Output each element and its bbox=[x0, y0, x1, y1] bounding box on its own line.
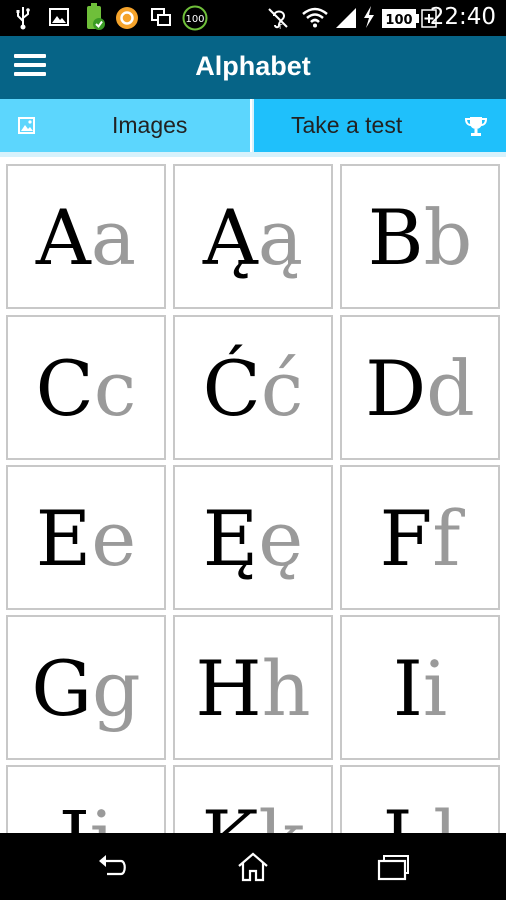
uppercase-letter: G bbox=[31, 644, 93, 733]
recent-apps-icon[interactable] bbox=[376, 851, 410, 883]
letter-card[interactable]: Kk bbox=[173, 765, 333, 833]
tab-take-a-test[interactable]: Take a test bbox=[254, 99, 506, 152]
tab-images-label: Images bbox=[112, 112, 188, 138]
wifi-icon bbox=[302, 6, 328, 28]
uppercase-letter: F bbox=[379, 494, 433, 583]
lowercase-letter: d bbox=[426, 344, 475, 433]
letter-card[interactable]: Gg bbox=[6, 615, 166, 760]
charging-icon bbox=[362, 6, 376, 28]
clock: 22:40 bbox=[429, 4, 496, 30]
letter-card[interactable]: Ęę bbox=[173, 465, 333, 610]
battery-app-icon bbox=[82, 3, 106, 31]
image-icon bbox=[18, 117, 35, 134]
image-icon bbox=[48, 6, 70, 28]
tab-bar: Images Take a test bbox=[0, 99, 506, 256]
letter-card[interactable]: Ii bbox=[340, 615, 500, 760]
tab-test-label: Take a test bbox=[291, 112, 403, 138]
trophy-icon bbox=[465, 117, 487, 136]
signal-icon bbox=[334, 6, 358, 28]
uppercase-letter: E bbox=[35, 494, 92, 583]
uppercase-letter: A bbox=[35, 193, 91, 282]
lowercase-letter: e bbox=[91, 494, 137, 583]
uppercase-letter: J bbox=[59, 794, 89, 833]
multiwindow-icon bbox=[150, 6, 172, 28]
uppercase-letter: D bbox=[365, 344, 427, 433]
battery-icon: 100 bbox=[381, 8, 437, 30]
lowercase-letter: j bbox=[89, 794, 113, 833]
letter-card[interactable]: Ćć bbox=[173, 315, 333, 460]
letter-card[interactable]: Hh bbox=[173, 615, 333, 760]
uppercase-letter: I bbox=[392, 644, 423, 733]
uppercase-letter: C bbox=[35, 344, 94, 433]
lowercase-letter: h bbox=[261, 644, 311, 733]
orange-app-icon bbox=[115, 6, 139, 30]
page-title: Alphabet bbox=[195, 51, 311, 81]
letter-card[interactable]: Ff bbox=[340, 465, 500, 610]
lowercase-letter: i bbox=[422, 644, 448, 733]
lowercase-letter: l bbox=[433, 794, 457, 833]
uppercase-letter: Ć bbox=[202, 344, 261, 433]
svg-text:100: 100 bbox=[185, 14, 204, 25]
lowercase-letter: a bbox=[90, 193, 137, 282]
letter-card[interactable]: Cc bbox=[6, 315, 166, 460]
lowercase-letter: ę bbox=[258, 494, 304, 583]
svg-text:100: 100 bbox=[385, 13, 412, 28]
app-bar: Alphabet bbox=[0, 36, 506, 99]
uppercase-letter: Ę bbox=[202, 494, 259, 583]
hearing-icon: T bbox=[266, 6, 290, 30]
uppercase-letter: K bbox=[202, 794, 259, 833]
home-icon[interactable] bbox=[236, 851, 270, 883]
badge-100-icon: 100 bbox=[182, 5, 208, 31]
lowercase-letter: k bbox=[258, 794, 304, 833]
uppercase-letter: B bbox=[367, 193, 424, 282]
letter-card[interactable]: Ee bbox=[6, 465, 166, 610]
uppercase-letter: Ą bbox=[202, 193, 258, 282]
letter-card[interactable]: Ll bbox=[340, 765, 500, 833]
back-icon[interactable] bbox=[95, 851, 129, 883]
svg-text:T: T bbox=[277, 23, 283, 30]
system-nav-bar bbox=[0, 833, 506, 900]
lowercase-letter: f bbox=[432, 494, 461, 583]
lowercase-letter: ą bbox=[257, 193, 304, 282]
lowercase-letter: c bbox=[93, 344, 137, 433]
lowercase-letter: b bbox=[423, 193, 473, 282]
letter-card[interactable]: Bb bbox=[340, 164, 500, 309]
lowercase-letter: ć bbox=[260, 344, 304, 433]
tab-images[interactable]: Images bbox=[0, 99, 252, 152]
letter-card[interactable]: Aa bbox=[6, 164, 166, 309]
letter-card[interactable]: Ąą bbox=[173, 164, 333, 309]
letter-card[interactable]: Dd bbox=[340, 315, 500, 460]
usb-icon bbox=[16, 6, 30, 30]
lowercase-letter: g bbox=[92, 644, 141, 733]
letter-grid: Aa Ąą Bb Cc Ćć Dd Ee Ęę Ff Gg Hh Ii Jj K… bbox=[0, 157, 506, 833]
uppercase-letter: L bbox=[383, 794, 433, 833]
status-bar: 100 T 100 22:40 bbox=[0, 0, 506, 36]
letter-card[interactable]: Jj bbox=[6, 765, 166, 833]
uppercase-letter: H bbox=[195, 644, 262, 733]
